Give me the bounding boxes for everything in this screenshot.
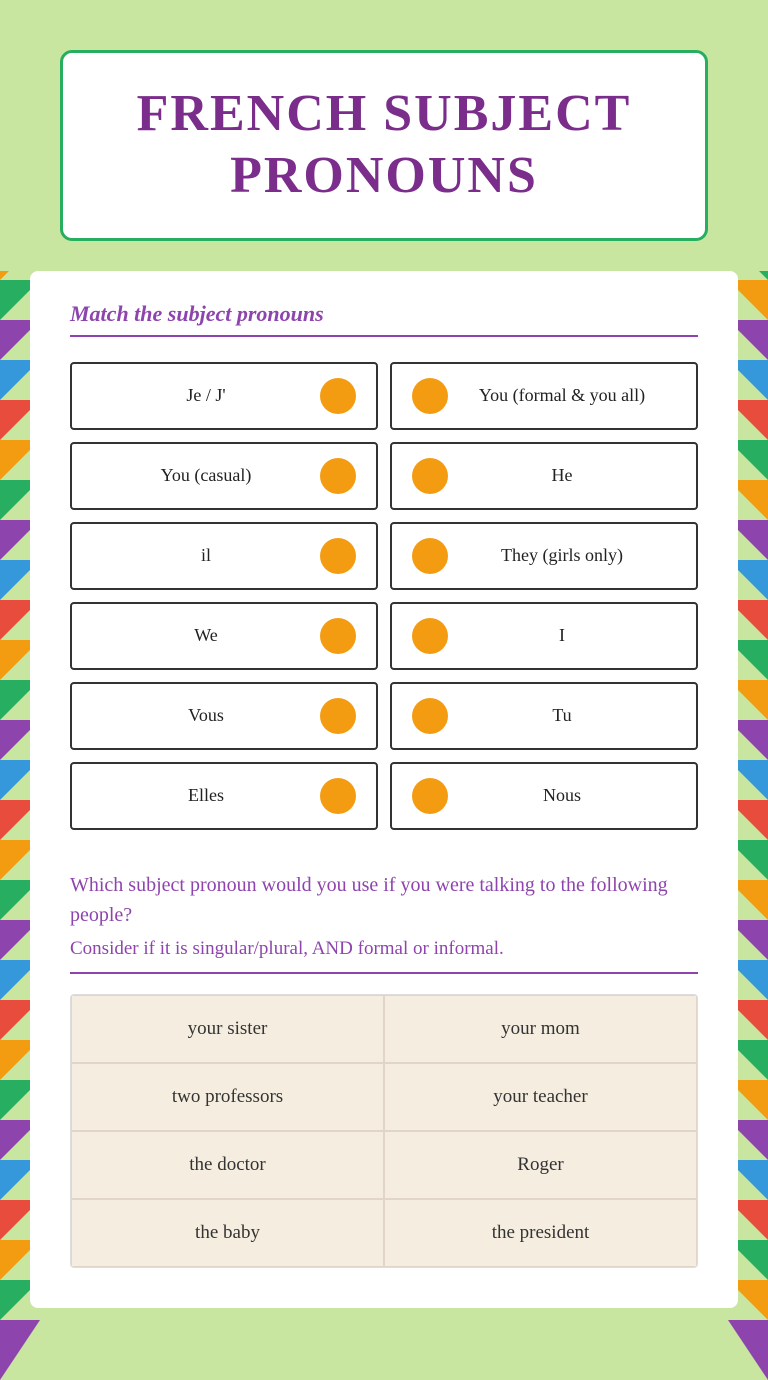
left-item-label-4: Vous [92, 705, 320, 726]
people-cell-3-2[interactable]: the president [384, 1199, 697, 1267]
right-item-5[interactable]: Nous [390, 762, 698, 830]
right-dot-0[interactable] [412, 378, 448, 414]
left-item-label-1: You (casual) [92, 465, 320, 486]
right-dot-4[interactable] [412, 698, 448, 734]
match-section-heading: Match the subject pronouns [70, 301, 698, 327]
title-box: FRENCH SUBJECT PRONOUNS [60, 50, 708, 241]
right-item-4[interactable]: Tu [390, 682, 698, 750]
left-item-1[interactable]: You (casual) [70, 442, 378, 510]
left-item-2[interactable]: il [70, 522, 378, 590]
page-wrapper: FRENCH SUBJECT PRONOUNS Match the subjec… [0, 0, 768, 1380]
people-cell-3-1[interactable]: the baby [71, 1199, 384, 1267]
right-item-1[interactable]: He [390, 442, 698, 510]
match-grid: Je / J' You (formal & you all) You (casu… [70, 362, 698, 830]
people-cell-0-1[interactable]: your sister [71, 995, 384, 1063]
left-dot-5[interactable] [320, 778, 356, 814]
right-dot-5[interactable] [412, 778, 448, 814]
right-dot-2[interactable] [412, 538, 448, 574]
people-cell-1-2[interactable]: your teacher [384, 1063, 697, 1131]
subtext: Consider if it is singular/plural, AND f… [70, 938, 698, 960]
left-item-label-0: Je / J' [92, 385, 320, 406]
left-item-label-3: We [92, 625, 320, 646]
left-item-label-5: Elles [92, 785, 320, 806]
right-item-2[interactable]: They (girls only) [390, 522, 698, 590]
left-item-0[interactable]: Je / J' [70, 362, 378, 430]
people-cell-2-1[interactable]: the doctor [71, 1131, 384, 1199]
left-dot-2[interactable] [320, 538, 356, 574]
left-item-label-2: il [92, 545, 320, 566]
left-dot-3[interactable] [320, 618, 356, 654]
question-text: Which subject pronoun would you use if y… [70, 870, 698, 930]
people-row-1: two professors your teacher [71, 1063, 697, 1131]
people-grid: your sister your mom two professors your… [70, 994, 698, 1268]
right-item-3[interactable]: I [390, 602, 698, 670]
people-cell-2-2[interactable]: Roger [384, 1131, 697, 1199]
right-dot-3[interactable] [412, 618, 448, 654]
right-item-0[interactable]: You (formal & you all) [390, 362, 698, 430]
left-item-4[interactable]: Vous [70, 682, 378, 750]
right-item-label-3: I [448, 625, 676, 646]
right-item-label-4: Tu [448, 705, 676, 726]
page-title: FRENCH SUBJECT PRONOUNS [103, 83, 665, 208]
title-section: FRENCH SUBJECT PRONOUNS [0, 0, 768, 271]
people-row-2: the doctor Roger [71, 1131, 697, 1199]
right-item-label-5: Nous [448, 785, 676, 806]
left-item-3[interactable]: We [70, 602, 378, 670]
left-dot-0[interactable] [320, 378, 356, 414]
content-area: Match the subject pronouns Je / J' You (… [30, 271, 738, 1308]
people-cell-1-1[interactable]: two professors [71, 1063, 384, 1131]
right-item-label-1: He [448, 465, 676, 486]
people-row-0: your sister your mom [71, 995, 697, 1063]
people-cell-0-2[interactable]: your mom [384, 995, 697, 1063]
left-item-5[interactable]: Elles [70, 762, 378, 830]
left-dot-1[interactable] [320, 458, 356, 494]
left-dot-4[interactable] [320, 698, 356, 734]
right-item-label-0: You (formal & you all) [448, 385, 676, 406]
right-dot-1[interactable] [412, 458, 448, 494]
section-divider-2 [70, 972, 698, 974]
section-divider-1 [70, 335, 698, 337]
people-row-3: the baby the president [71, 1199, 697, 1267]
right-item-label-2: They (girls only) [448, 545, 676, 566]
